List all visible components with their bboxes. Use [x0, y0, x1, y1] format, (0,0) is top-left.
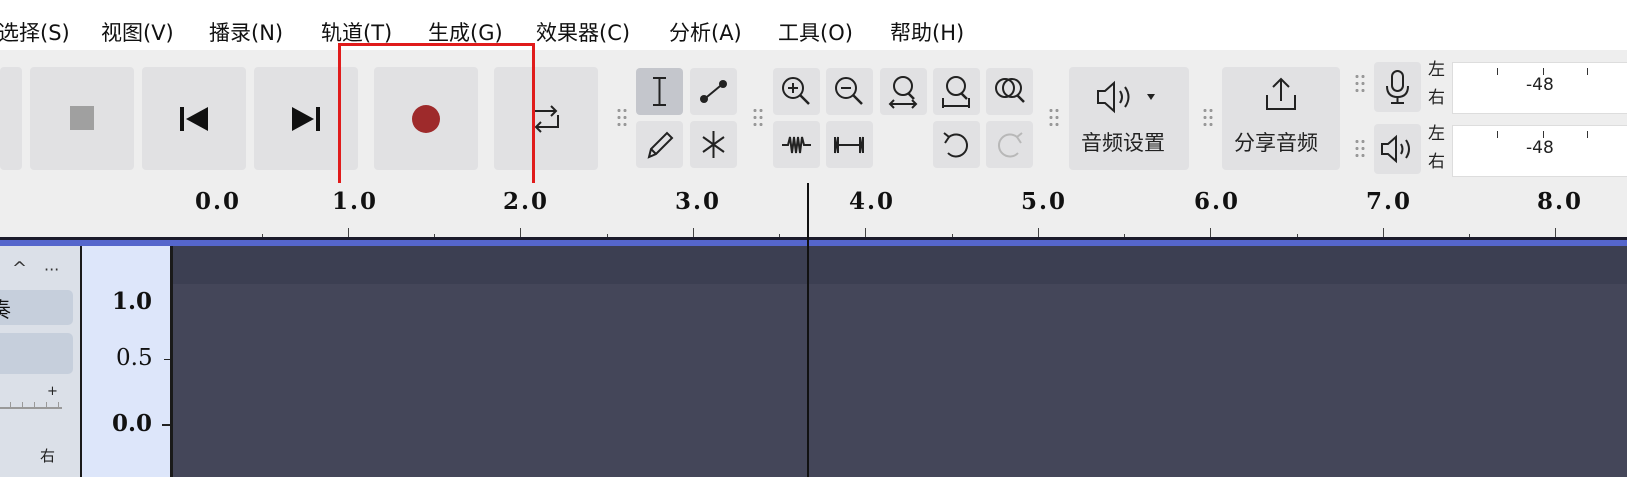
scale-label: 0.5	[116, 345, 153, 371]
menu-bar: 选择(S) 视图(V) 播录(N) 轨道(T) 生成(G) 效果器(C) 分析(…	[0, 0, 1627, 50]
redo-button[interactable]	[986, 121, 1033, 168]
highlight-box	[338, 43, 535, 195]
menu-select[interactable]: 选择(S)	[0, 18, 70, 48]
speaker-icon	[1381, 134, 1410, 164]
skip-to-start-icon	[180, 107, 208, 131]
toolbar-grip-icon[interactable]	[1202, 107, 1214, 129]
select-tool-icon	[653, 77, 666, 106]
ruler-label: 3.0	[675, 188, 722, 215]
toolbar-grip-icon[interactable]	[1048, 107, 1060, 129]
zoom-in-icon	[782, 77, 810, 105]
menu-record[interactable]: 播录(N)	[209, 18, 283, 48]
ruler-label: 2.0	[503, 188, 550, 215]
envelope-tool-icon	[700, 80, 727, 103]
audio-setup-label: 音频设置	[1081, 131, 1165, 155]
menu-effect[interactable]: 效果器(C)	[536, 18, 630, 48]
record-meter-left-label: 左	[1428, 60, 1445, 80]
draw-tool-button[interactable]	[636, 121, 683, 168]
play-meter[interactable]: -48	[1452, 125, 1627, 177]
clip-header[interactable]	[173, 246, 1627, 284]
pause-button[interactable]	[0, 67, 22, 170]
ruler-label: 1.0	[332, 188, 379, 215]
toolbar-grip-icon[interactable]	[752, 107, 764, 129]
multi-tool-icon	[702, 131, 725, 158]
track-control-panel: ^ ··· 奏 + 右	[0, 246, 80, 477]
play-meter-right-label: 右	[1428, 152, 1445, 172]
zoom-in-button[interactable]	[773, 68, 820, 115]
share-audio-button[interactable]: 分享音频	[1222, 67, 1340, 170]
track-effects-button[interactable]	[0, 333, 73, 374]
gain-slider[interactable]	[0, 407, 62, 409]
toolbar-grip-icon[interactable]	[616, 107, 628, 129]
pencil-icon	[647, 131, 674, 159]
record-meter-value: -48	[1526, 75, 1554, 95]
track-menu-button[interactable]: ···	[44, 260, 59, 279]
vertical-scale[interactable]: 1.0 0.5 0.0	[82, 246, 170, 477]
menu-view[interactable]: 视图(V)	[101, 18, 174, 48]
share-icon	[1266, 77, 1296, 110]
record-meter-right-label: 右	[1428, 88, 1445, 108]
fit-selection-icon	[888, 76, 918, 109]
trim-audio-icon	[782, 136, 811, 154]
ruler-label: 5.0	[1021, 188, 1068, 215]
collapse-track-button[interactable]: ^	[12, 258, 27, 279]
track-name-button[interactable]: 奏	[0, 290, 73, 325]
audio-clip[interactable]	[173, 284, 1627, 477]
silence-audio-button[interactable]	[826, 121, 873, 168]
pan-right-label: 右	[40, 447, 56, 465]
undo-icon	[943, 132, 968, 158]
play-meter-value: -48	[1526, 138, 1554, 158]
stop-icon	[70, 106, 94, 130]
scale-label: 1.0	[112, 288, 153, 315]
stop-button[interactable]	[30, 67, 134, 170]
microphone-icon	[1386, 70, 1409, 104]
menu-help[interactable]: 帮助(H)	[890, 18, 964, 48]
record-meter-button[interactable]	[1374, 62, 1421, 112]
scale-label: 0.0	[112, 410, 153, 437]
ruler-label: 8.0	[1537, 188, 1584, 215]
trim-audio-button[interactable]	[773, 121, 820, 168]
audio-setup-button[interactable]: 音频设置	[1069, 67, 1189, 170]
select-tool-button[interactable]	[636, 68, 683, 115]
multi-tool-button[interactable]	[690, 121, 737, 168]
ruler-label: 4.0	[849, 188, 896, 215]
zoom-out-button[interactable]	[826, 68, 873, 115]
playhead-cursor[interactable]	[807, 183, 809, 477]
ruler-label: 6.0	[1194, 188, 1241, 215]
fit-project-icon	[942, 76, 970, 108]
ruler-label: 0.0	[195, 188, 242, 215]
play-meter-left-label: 左	[1428, 124, 1445, 144]
toolbar-grip-icon[interactable]	[1354, 73, 1366, 95]
share-audio-label: 分享音频	[1234, 131, 1318, 155]
menu-analyze[interactable]: 分析(A)	[669, 18, 742, 48]
play-meter-button[interactable]	[1374, 124, 1421, 174]
zoom-out-icon	[835, 77, 863, 105]
undo-button[interactable]	[933, 121, 980, 168]
skip-to-start-button[interactable]	[142, 67, 246, 170]
record-meter[interactable]: -48	[1452, 62, 1627, 114]
silence-audio-icon	[834, 136, 864, 154]
envelope-tool-button[interactable]	[690, 68, 737, 115]
track-name: 奏	[0, 298, 11, 322]
menu-tools[interactable]: 工具(O)	[778, 18, 853, 48]
fit-selection-button[interactable]	[880, 68, 927, 115]
fit-project-button[interactable]	[933, 68, 980, 115]
toolbar-grip-icon[interactable]	[1354, 138, 1366, 160]
speaker-icon	[1097, 80, 1155, 114]
gain-plus-label: +	[47, 384, 58, 399]
zoom-toggle-button[interactable]	[986, 68, 1033, 115]
redo-icon	[998, 132, 1023, 158]
ruler-label: 7.0	[1366, 188, 1413, 215]
zoom-toggle-icon	[995, 78, 1025, 103]
